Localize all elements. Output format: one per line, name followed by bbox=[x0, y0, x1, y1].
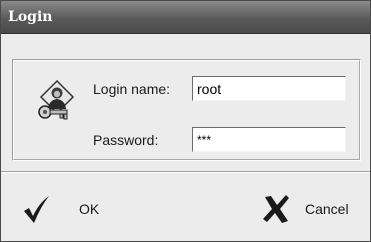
login-name-label: Login name: bbox=[93, 81, 171, 97]
x-icon bbox=[263, 195, 289, 223]
ok-button-label: OK bbox=[79, 201, 100, 217]
password-label: Password: bbox=[93, 132, 159, 148]
user-key-icon bbox=[38, 79, 75, 120]
ok-button[interactable]: OK bbox=[21, 191, 141, 227]
cancel-button-label: Cancel bbox=[305, 201, 349, 217]
window-title: Login bbox=[8, 9, 53, 25]
login-name-input[interactable] bbox=[192, 76, 346, 101]
title-bar[interactable]: Login bbox=[1, 1, 370, 34]
password-input[interactable] bbox=[192, 127, 346, 152]
cancel-button[interactable]: Cancel bbox=[261, 191, 369, 227]
checkmark-icon bbox=[24, 196, 49, 223]
divider bbox=[1, 171, 370, 173]
login-dialog: Login Login name: Password: OK Cancel bbox=[0, 0, 371, 242]
